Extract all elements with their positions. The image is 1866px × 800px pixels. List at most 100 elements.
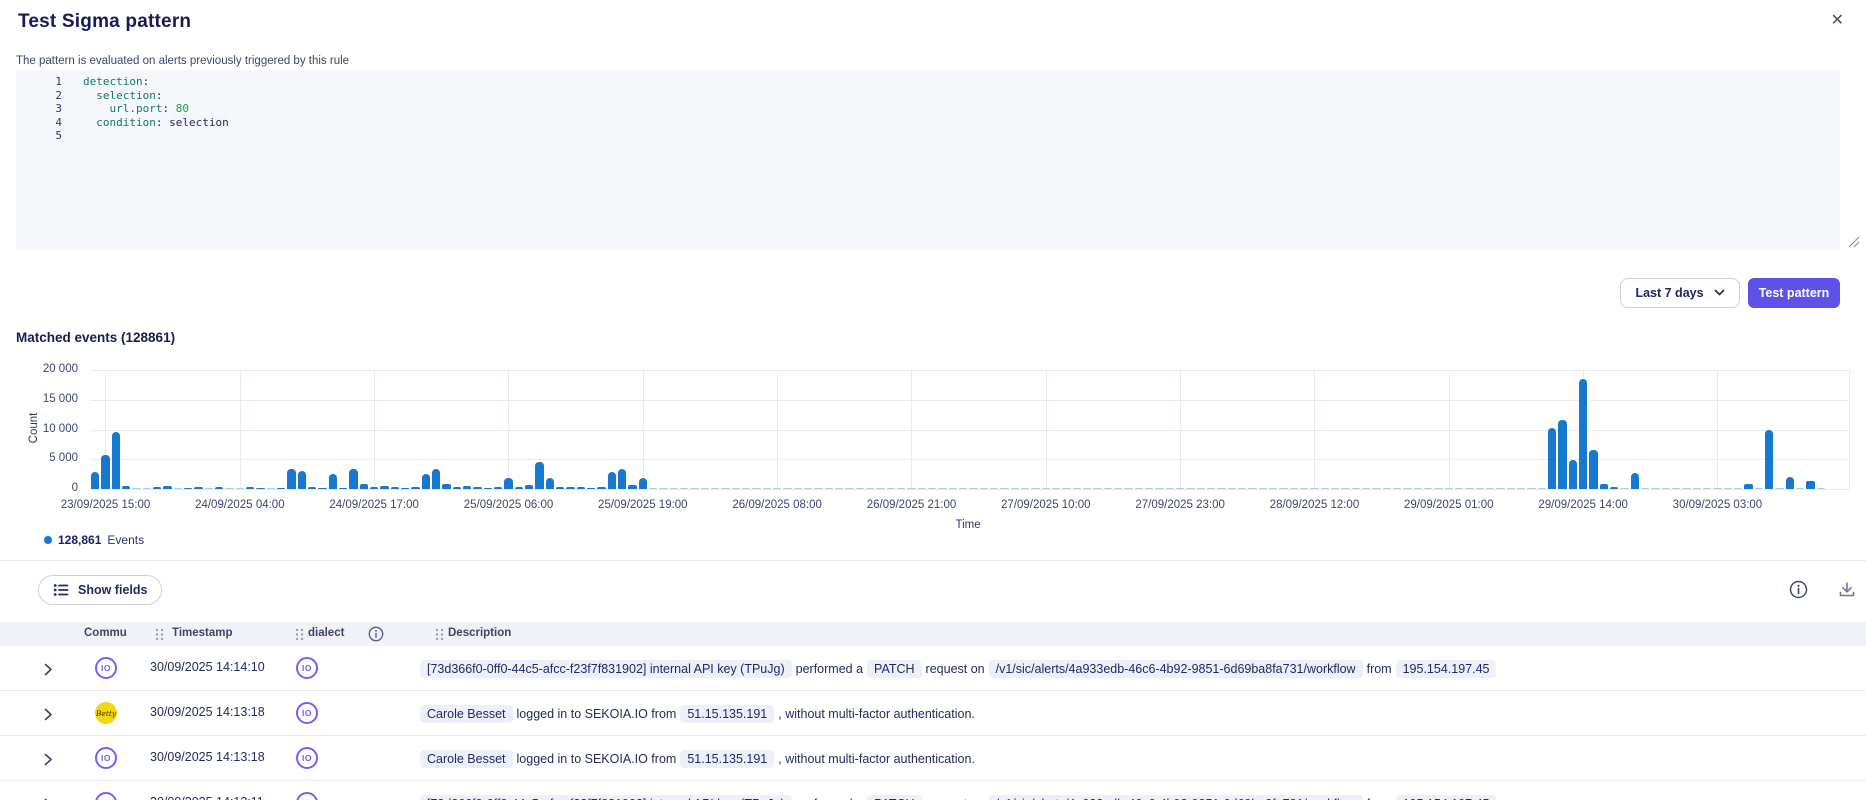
chart-bar[interactable]	[1703, 488, 1711, 489]
chart-bar[interactable]	[153, 487, 161, 489]
table-row[interactable]: IO30/09/2025 14:13:18IOCarole Bessetlogg…	[0, 736, 1866, 781]
chart-bar[interactable]	[835, 488, 843, 489]
chart-bar[interactable]	[763, 488, 771, 489]
chart-bar[interactable]	[577, 487, 585, 489]
chart-bar[interactable]	[1341, 488, 1349, 489]
chart-bar[interactable]	[329, 474, 337, 489]
chart-bar[interactable]	[856, 488, 864, 489]
chart-bar[interactable]	[473, 487, 481, 489]
chart-bar[interactable]	[721, 488, 729, 489]
chart-bar[interactable]	[1641, 488, 1649, 489]
column-drag-handle[interactable]	[295, 628, 304, 646]
chart-bar[interactable]	[504, 478, 512, 489]
chart-bar[interactable]	[391, 487, 399, 489]
chart-bar[interactable]	[990, 488, 998, 489]
chart-bar[interactable]	[1817, 488, 1825, 489]
chart-bar[interactable]	[1806, 481, 1814, 489]
chart-bar[interactable]	[1455, 488, 1463, 489]
chart-bar[interactable]	[1259, 488, 1267, 489]
chart-bar[interactable]	[174, 488, 182, 489]
chart-bar[interactable]	[597, 487, 605, 489]
chart-bar[interactable]	[1445, 488, 1453, 489]
chart-bar[interactable]	[1775, 488, 1783, 489]
chart-bar[interactable]	[711, 488, 719, 489]
chart-bar[interactable]	[959, 488, 967, 489]
chart-bar[interactable]	[1238, 488, 1246, 489]
chart-bar[interactable]	[298, 471, 306, 489]
chart-bar[interactable]	[132, 488, 140, 489]
chart-bar[interactable]	[525, 485, 533, 489]
chart-bar[interactable]	[701, 488, 709, 489]
chart-bar[interactable]	[1579, 379, 1587, 489]
chart-bar[interactable]	[628, 485, 636, 489]
chart-bar[interactable]	[1682, 488, 1690, 489]
chart-bar[interactable]	[814, 488, 822, 489]
chart-bar[interactable]	[1414, 488, 1422, 489]
chart-bar[interactable]	[845, 488, 853, 489]
chart-bar[interactable]	[1248, 488, 1256, 489]
chart-bar[interactable]	[887, 488, 895, 489]
chart-bar[interactable]	[938, 488, 946, 489]
chart-bar[interactable]	[659, 488, 667, 489]
chart-bar[interactable]	[463, 486, 471, 489]
chart-bar[interactable]	[1424, 488, 1432, 489]
test-pattern-button[interactable]: Test pattern	[1748, 278, 1840, 308]
chart-bar[interactable]	[205, 488, 213, 489]
chart-bar[interactable]	[1434, 488, 1442, 489]
chart-bar[interactable]	[184, 488, 192, 489]
chart-bar[interactable]	[752, 488, 760, 489]
chart-bar[interactable]	[1403, 488, 1411, 489]
chart-bar[interactable]	[639, 478, 647, 489]
expand-chevron-icon[interactable]	[44, 708, 53, 726]
chart-bar[interactable]	[101, 455, 109, 489]
table-row[interactable]: IO30/09/2025 14:14:10IO[73d366f0-0ff0-44…	[0, 646, 1866, 691]
chart-bar[interactable]	[1062, 488, 1070, 489]
chart-bar[interactable]	[1796, 488, 1804, 489]
chart-bar[interactable]	[1724, 488, 1732, 489]
show-fields-button[interactable]: Show fields	[38, 575, 162, 605]
chart-bar[interactable]	[1083, 488, 1091, 489]
chart-bar[interactable]	[618, 469, 626, 489]
chart-bar[interactable]	[1527, 488, 1535, 489]
chart-bar[interactable]	[918, 488, 926, 489]
chart-bar[interactable]	[742, 488, 750, 489]
chart-bar[interactable]	[1042, 488, 1050, 489]
chart-bar[interactable]	[1093, 488, 1101, 489]
chart-bar[interactable]	[1124, 488, 1132, 489]
chart-bar[interactable]	[494, 487, 502, 489]
chart-bar[interactable]	[980, 488, 988, 489]
info-icon[interactable]	[1789, 580, 1808, 599]
chart-bar[interactable]	[1166, 488, 1174, 489]
chart-bar[interactable]	[1672, 488, 1680, 489]
chart-bar[interactable]	[1620, 488, 1628, 489]
chart-bar[interactable]	[1631, 473, 1639, 489]
chart-bar[interactable]	[1600, 484, 1608, 489]
chart-bar[interactable]	[163, 486, 171, 489]
chart-bar[interactable]	[349, 469, 357, 489]
time-range-dropdown[interactable]: Last 7 days	[1620, 278, 1740, 308]
chart-bar[interactable]	[1476, 488, 1484, 489]
chart-bar[interactable]	[649, 488, 657, 489]
resize-grip-icon[interactable]	[1846, 234, 1861, 249]
chart-bar[interactable]	[194, 487, 202, 489]
chart-bar[interactable]	[484, 488, 492, 489]
chart-bar[interactable]	[773, 488, 781, 489]
chart-bar[interactable]	[1104, 488, 1112, 489]
chart-bar[interactable]	[1362, 488, 1370, 489]
chart-bar[interactable]	[453, 487, 461, 489]
chart-bar[interactable]	[308, 487, 316, 489]
chart-bar[interactable]	[267, 488, 275, 489]
chart-bar[interactable]	[1290, 488, 1298, 489]
chart-bar[interactable]	[1217, 488, 1225, 489]
chart-bar[interactable]	[866, 488, 874, 489]
chart-bar[interactable]	[1755, 488, 1763, 489]
chart-bar[interactable]	[1052, 488, 1060, 489]
chart-bar[interactable]	[804, 488, 812, 489]
chart-bar[interactable]	[432, 469, 440, 489]
chart-bar[interactable]	[1011, 488, 1019, 489]
chart-bar[interactable]	[318, 488, 326, 489]
chart-bar[interactable]	[1548, 428, 1556, 489]
chart-bar[interactable]	[969, 488, 977, 489]
chart-bar[interactable]	[1135, 488, 1143, 489]
chart-bar[interactable]	[411, 487, 419, 489]
